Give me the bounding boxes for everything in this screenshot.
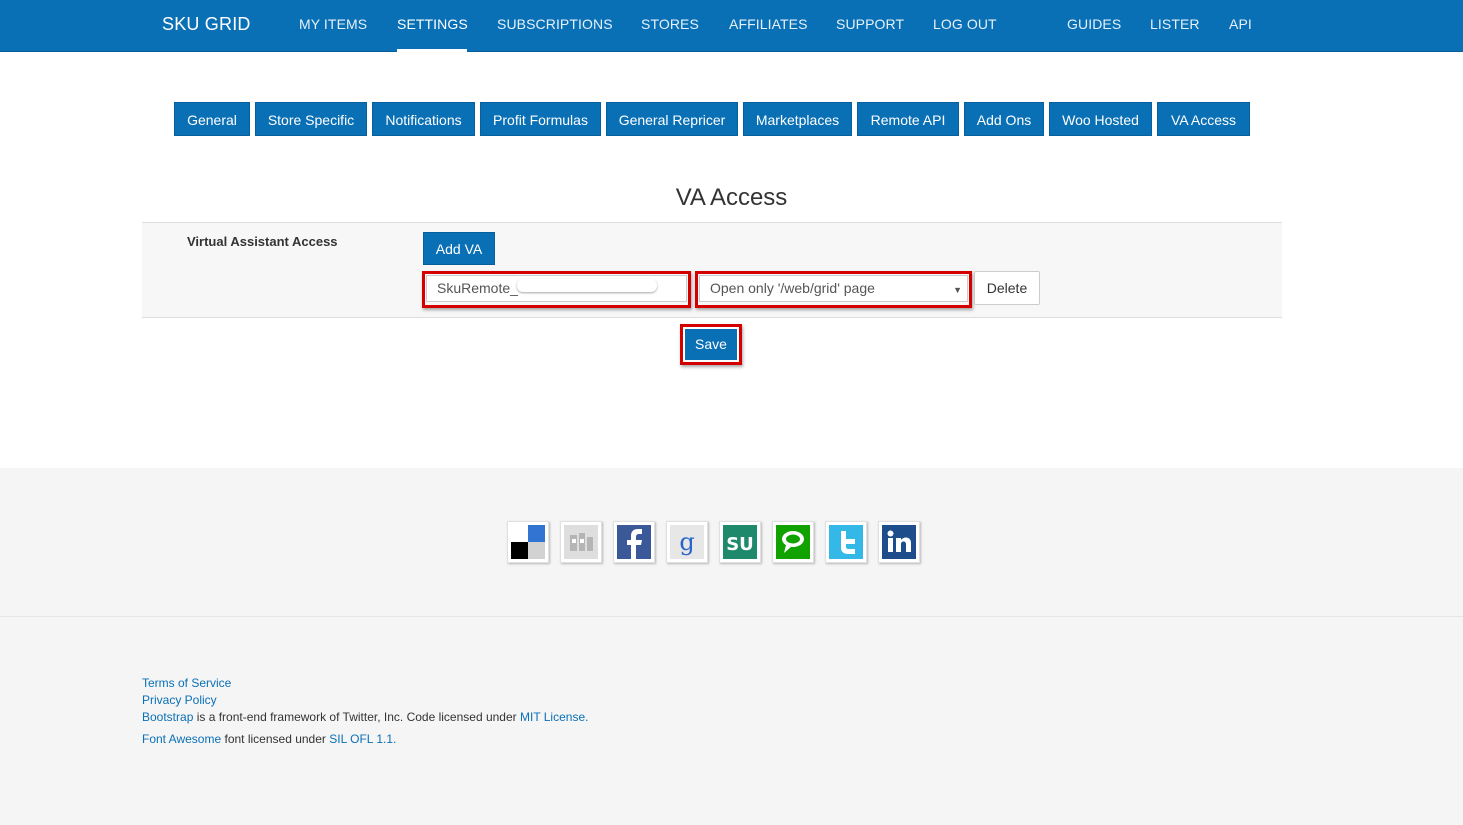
tab-remote-api[interactable]: Remote API: [857, 102, 959, 136]
tab-general[interactable]: General: [174, 102, 250, 136]
tab-store-specific[interactable]: Store Specific: [255, 102, 367, 136]
redaction-mask: [517, 279, 657, 292]
linkedin-icon[interactable]: [878, 521, 920, 563]
digg-icon[interactable]: [560, 521, 602, 563]
twitter-icon[interactable]: [825, 521, 867, 563]
brand-logo[interactable]: SKU GRID: [162, 14, 251, 35]
google-icon[interactable]: g: [666, 521, 708, 563]
mit-license-link[interactable]: MIT License: [520, 710, 585, 724]
va-access-row: Virtual Assistant Access Add VA SkuRemot…: [142, 222, 1282, 318]
va-access-label: Virtual Assistant Access: [187, 234, 338, 249]
tab-woo-hosted[interactable]: Woo Hosted: [1049, 102, 1152, 136]
svg-text:g: g: [679, 528, 694, 556]
tab-marketplaces[interactable]: Marketplaces: [743, 102, 852, 136]
privacy-policy-link[interactable]: Privacy Policy: [142, 693, 217, 707]
nav-log-out[interactable]: LOG OUT: [933, 16, 997, 32]
font-awesome-text: font licensed under: [221, 732, 330, 746]
delete-va-button[interactable]: Delete: [974, 271, 1040, 305]
add-va-button[interactable]: Add VA: [423, 232, 495, 265]
font-awesome-link[interactable]: Font Awesome: [142, 732, 221, 746]
tab-general-repricer[interactable]: General Repricer: [606, 102, 738, 136]
tab-va-access[interactable]: VA Access: [1157, 102, 1250, 136]
access-level-value: Open only '/web/grid' page: [710, 280, 875, 296]
sil-ofl-link[interactable]: SIL OFL 1.1: [329, 732, 393, 746]
page-title: VA Access: [675, 184, 788, 211]
facebook-icon[interactable]: [613, 521, 655, 563]
nav-api[interactable]: API: [1229, 16, 1252, 32]
nav-affiliates[interactable]: AFFILIATES: [729, 16, 808, 32]
save-button[interactable]: Save: [685, 329, 737, 360]
bootstrap-link[interactable]: Bootstrap: [142, 710, 193, 724]
nav-guides[interactable]: GUIDES: [1067, 16, 1121, 32]
nav-subscriptions[interactable]: SUBSCRIPTIONS: [497, 16, 613, 32]
tab-notifications[interactable]: Notifications: [372, 102, 475, 136]
footer-links: Terms of Service Privacy Policy Bootstra…: [142, 675, 588, 748]
nav-my-items[interactable]: MY ITEMS: [299, 16, 367, 32]
footer: g SU Terms of Service Privacy Policy Boo…: [0, 468, 1463, 825]
nav-stores[interactable]: STORES: [641, 16, 699, 32]
bootstrap-text: is a front-end framework of Twitter, Inc…: [193, 710, 520, 724]
nav-settings[interactable]: SETTINGS: [397, 16, 468, 32]
footer-divider: [0, 616, 1463, 617]
active-nav-indicator: [397, 49, 467, 52]
tab-add-ons[interactable]: Add Ons: [964, 102, 1044, 136]
top-navbar: SKU GRID MY ITEMS SETTINGS SUBSCRIPTIONS…: [0, 0, 1463, 52]
access-level-select[interactable]: Open only '/web/grid' page ▼: [699, 275, 968, 302]
ofl-period: .: [393, 732, 397, 746]
mit-period: .: [585, 710, 589, 724]
stumbleupon-icon[interactable]: SU: [719, 521, 761, 563]
svg-text:SU: SU: [726, 534, 754, 555]
nav-support[interactable]: SUPPORT: [836, 16, 904, 32]
dropdown-caret-icon: ▼: [953, 285, 962, 295]
tab-profit-formulas[interactable]: Profit Formulas: [480, 102, 601, 136]
delicious-icon[interactable]: [507, 521, 549, 563]
technorati-icon[interactable]: [772, 521, 814, 563]
terms-of-service-link[interactable]: Terms of Service: [142, 676, 231, 690]
highlight-box: Save: [680, 324, 742, 365]
nav-lister[interactable]: LISTER: [1150, 16, 1200, 32]
